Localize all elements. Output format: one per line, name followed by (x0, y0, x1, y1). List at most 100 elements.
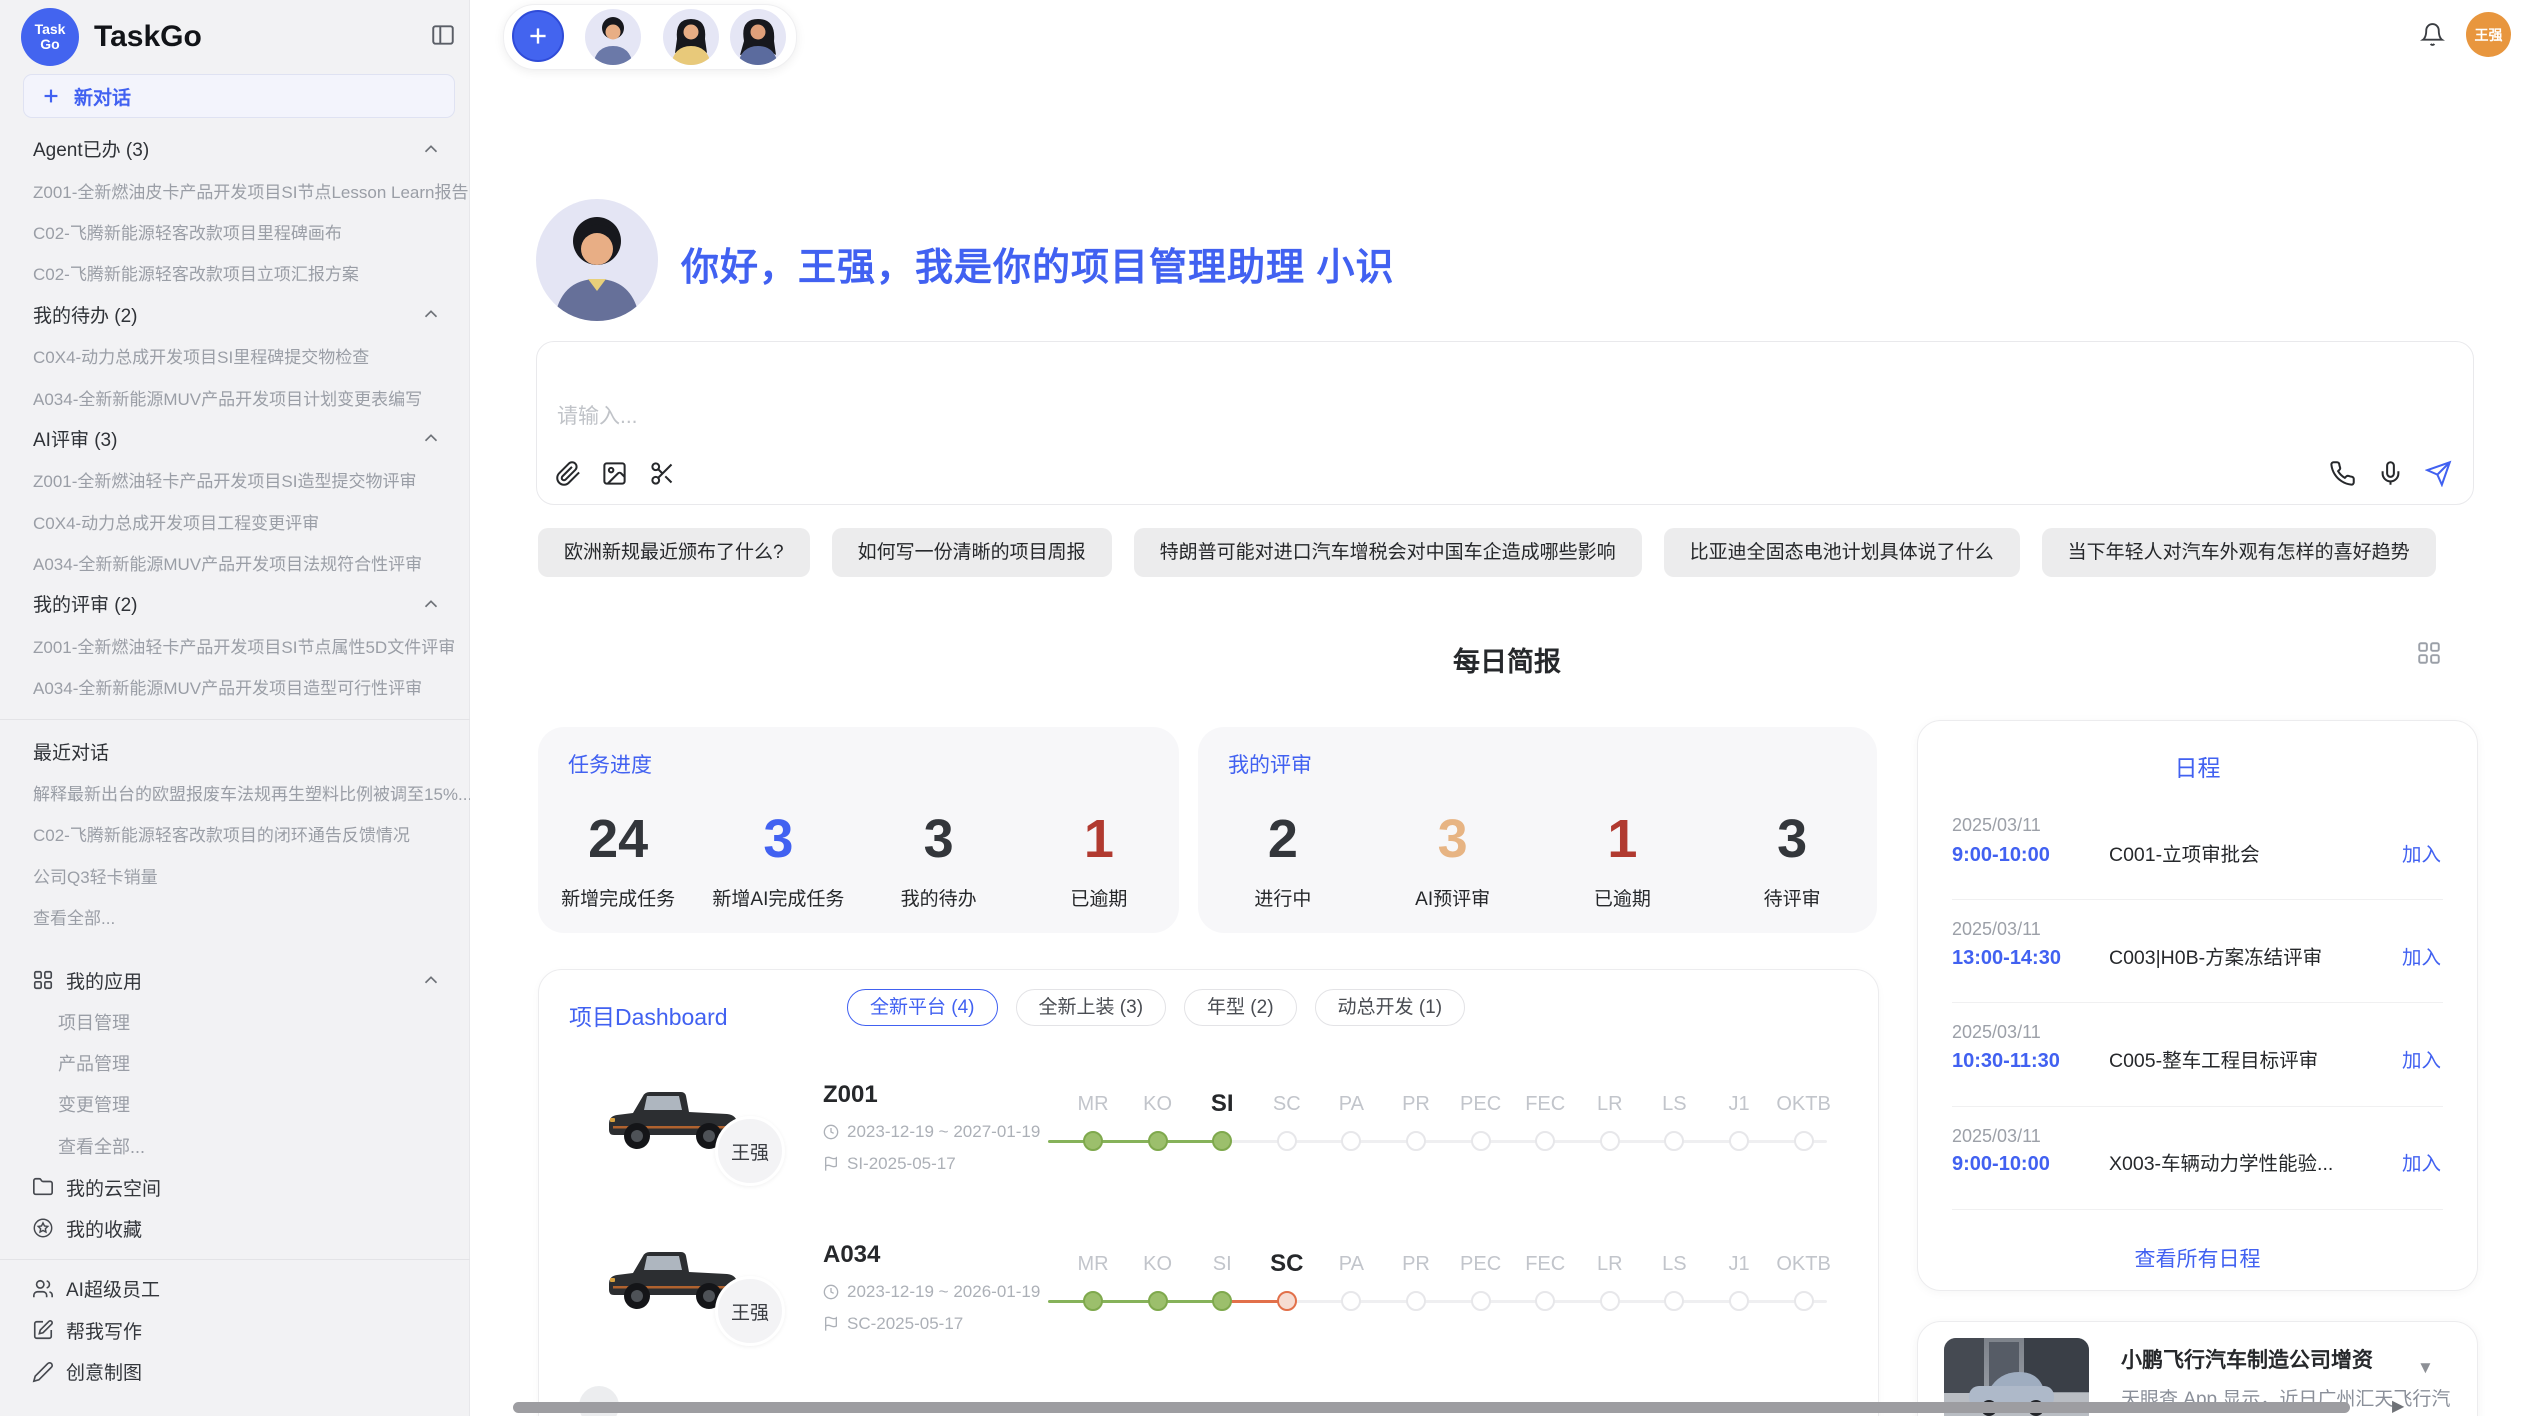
filter-chip[interactable]: 全新上装 (3) (1016, 989, 1167, 1026)
suggestion-chip[interactable]: 比亚迪全固态电池计划具体说了什么 (1664, 528, 2020, 577)
section-header-my-review[interactable]: 我的评审 (2) (0, 583, 470, 624)
schedule-divider (1952, 1209, 2443, 1210)
session-avatar[interactable] (585, 9, 641, 65)
greeting-text: 你好，王强，我是你的项目管理助理 小识 (681, 236, 1395, 291)
send-icon[interactable] (2425, 460, 2452, 487)
sidebar-item-favorites[interactable]: 我的收藏 (0, 1208, 470, 1249)
app-item-project-mgmt[interactable]: 项目管理 (0, 1001, 470, 1042)
milestone-dot (1212, 1131, 1232, 1151)
layout-grid-icon[interactable] (2416, 640, 2442, 666)
sidebar-item[interactable]: A034-全新新能源MUV产品开发项目法规符合性评审 (0, 542, 470, 583)
app-item-product-mgmt[interactable]: 产品管理 (0, 1042, 470, 1083)
recent-chat-item[interactable]: 公司Q3轻卡销量 (0, 855, 470, 896)
sidebar-item[interactable]: Z001-全新燃油轻卡产品开发项目SI造型提交物评审 (0, 459, 470, 500)
filter-chip[interactable]: 全新平台 (4) (847, 989, 998, 1026)
suggestion-chip[interactable]: 如何写一份清晰的项目周报 (832, 528, 1112, 577)
stat-value: 1 (1607, 802, 1637, 876)
sidebar-divider (0, 1259, 470, 1260)
sidebar-divider (0, 719, 470, 720)
filter-chip[interactable]: 年型 (2) (1184, 989, 1297, 1026)
sidebar-collapse-icon[interactable] (430, 22, 456, 48)
sidebar-item-help-write[interactable]: 帮我写作 (0, 1310, 470, 1351)
sidebar-item-creative-draw[interactable]: 创意制图 (0, 1351, 470, 1392)
milestone-dot (1794, 1131, 1814, 1151)
section-header-recent: 最近对话 (0, 730, 470, 771)
new-chat-button[interactable]: 新对话 (23, 74, 455, 118)
join-link[interactable]: 加入 (2402, 944, 2441, 972)
section-header-agent-done[interactable]: Agent已办 (3) (0, 128, 470, 169)
session-avatar[interactable] (663, 9, 719, 65)
project-next-milestone: SC-2025-05-17 (823, 1312, 963, 1336)
horizontal-scrollbar[interactable] (513, 1402, 2350, 1413)
briefing-title: 每日简报 (538, 640, 2476, 679)
recent-chat-item[interactable]: 解释最新出台的欧盟报废车法规再生塑料比例被调至15%... (0, 772, 470, 813)
user-avatar[interactable]: 王强 (2466, 12, 2511, 57)
sidebar-item-my-apps[interactable]: 我的应用 (0, 959, 470, 1000)
topbar-add-button[interactable] (512, 10, 564, 62)
users-icon (32, 1278, 54, 1300)
chevron-up-icon (420, 427, 442, 449)
stat-label: 新增完成任务 (561, 884, 675, 911)
image-upload-icon[interactable] (601, 460, 628, 487)
stat-value: 3 (1777, 802, 1807, 876)
stat-item: 1已逾期 (1019, 802, 1179, 911)
view-all-schedule-link[interactable]: 查看所有日程 (1918, 1243, 2477, 1273)
date-range: 2023-12-19 ~ 2027-01-19 (847, 1120, 1040, 1144)
filter-chip[interactable]: 动总开发 (1) (1315, 989, 1466, 1026)
project-next-milestone: SI-2025-05-17 (823, 1152, 956, 1176)
section-header-my-todo[interactable]: 我的待办 (2) (0, 294, 470, 335)
join-link[interactable]: 加入 (2402, 1047, 2441, 1075)
attachment-icon[interactable] (555, 460, 582, 487)
milestone-date: SC-2025-05-17 (847, 1312, 963, 1336)
pen-square-icon (32, 1319, 54, 1341)
sidebar-item-cloud-space[interactable]: 我的云空间 (0, 1166, 470, 1207)
chevron-up-icon (420, 593, 442, 615)
suggestion-chip[interactable]: 欧洲新规最近颁布了什么? (538, 528, 810, 577)
suggestion-chip[interactable]: 特朗普可能对进口汽车增税会对中国车企造成哪些影响 (1134, 528, 1642, 577)
microphone-icon[interactable] (2377, 460, 2404, 487)
owner-name: 王强 (731, 1138, 769, 1165)
sidebar-item[interactable]: A034-全新新能源MUV产品开发项目造型可行性评审 (0, 666, 470, 707)
scissors-icon[interactable] (649, 460, 676, 487)
chevron-up-icon (420, 138, 442, 160)
event-date: 2025/03/11 (1952, 1022, 2041, 1042)
schedule-divider (1952, 899, 2443, 900)
suggestion-chips: 欧洲新规最近颁布了什么? 如何写一份清晰的项目周报 特朗普可能对进口汽车增税会对… (538, 528, 2498, 577)
app-item-view-all[interactable]: 查看全部... (0, 1125, 470, 1166)
clock-icon (823, 1284, 839, 1300)
recent-chat-view-all[interactable]: 查看全部... (0, 896, 470, 937)
notification-bell-icon[interactable] (2420, 22, 2445, 47)
project-dashboard-card: 项目Dashboard 全新平台 (4) 全新上装 (3) 年型 (2) 动总开… (538, 969, 1879, 1416)
event-date: 2025/03/11 (1952, 1126, 2041, 1146)
sidebar-item[interactable]: Z001-全新燃油轻卡产品开发项目SI节点属性5D文件评审 (0, 625, 470, 666)
sidebar-item[interactable]: A034-全新新能源MUV产品开发项目计划变更表编写 (0, 376, 470, 417)
phone-icon[interactable] (2329, 460, 2356, 487)
milestone-dot (1664, 1291, 1684, 1311)
event-time: 9:00-10:00 (1952, 1150, 2050, 1178)
project-code: Z001 (823, 1078, 878, 1112)
stat-label: 待评审 (1764, 884, 1821, 911)
project-owner-badge: 王强 (715, 1276, 785, 1346)
sidebar-item[interactable]: C02-飞腾新能源轻客改款项目里程碑画布 (0, 211, 470, 252)
session-avatar[interactable] (730, 9, 786, 65)
milestone-label: OKTB (1759, 1248, 1849, 1280)
scroll-down-arrow[interactable]: ▼ (2417, 1358, 2434, 1378)
join-link[interactable]: 加入 (2402, 841, 2441, 869)
app-item-change-mgmt[interactable]: 变更管理 (0, 1084, 470, 1125)
recent-chat-item[interactable]: C02-飞腾新能源轻客改款项目的闭环通告反馈情况 (0, 813, 470, 854)
join-link[interactable]: 加入 (2402, 1150, 2441, 1178)
sidebar-item[interactable]: C0X4-动力总成开发项目SI里程碑提交物检查 (0, 335, 470, 376)
message-input[interactable] (555, 398, 1959, 446)
brand-logo-top: Task (35, 22, 66, 37)
stat-value: 24 (588, 802, 648, 876)
scroll-right-arrow[interactable]: ▶ (2392, 1396, 2404, 1416)
sidebar-item-ai-staff[interactable]: AI超级员工 (0, 1268, 470, 1309)
section-header-ai-review[interactable]: AI评审 (3) (0, 418, 470, 459)
event-time: 13:00-14:30 (1952, 944, 2061, 972)
sidebar-item[interactable]: C0X4-动力总成开发项目工程变更评审 (0, 501, 470, 542)
sidebar-item[interactable]: Z001-全新燃油皮卡产品开发项目SI节点Lesson Learn报告 (0, 169, 470, 210)
milestone-dot (1471, 1291, 1491, 1311)
milestone-dot (1729, 1291, 1749, 1311)
suggestion-chip[interactable]: 当下年轻人对汽车外观有怎样的喜好趋势 (2042, 528, 2436, 577)
sidebar-item[interactable]: C02-飞腾新能源轻客改款项目立项汇报方案 (0, 252, 470, 293)
